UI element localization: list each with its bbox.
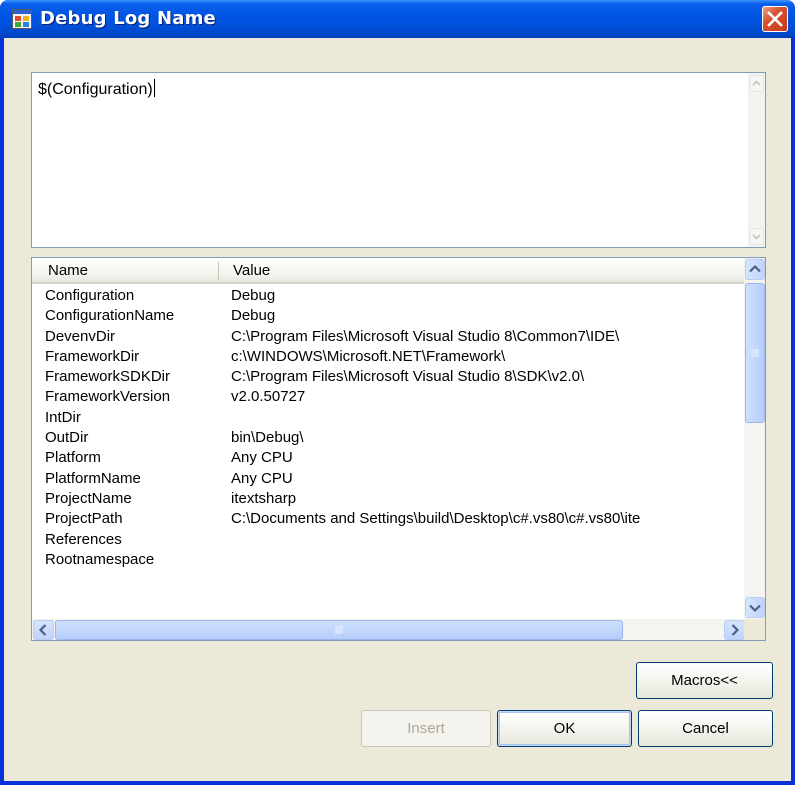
macro-name: Platform — [45, 449, 101, 467]
window-title: Debug Log Name — [40, 8, 216, 29]
macro-name: Configuration — [45, 287, 135, 304]
table-row[interactable]: ConfigurationName Debug — [32, 307, 746, 327]
macro-name: Rootnamespace — [45, 550, 155, 568]
table-row[interactable]: ProjectPath C:\Documents and Settings\bui… — [32, 510, 746, 530]
grip-icon — [335, 626, 343, 634]
table-row[interactable]: IntDir — [32, 409, 746, 429]
macro-value: bin\Debug\ — [231, 429, 304, 447]
vertical-scroll-thumb[interactable] — [745, 283, 765, 423]
column-header-name[interactable]: Name — [48, 262, 88, 279]
title-bar[interactable]: Debug Log Name — [0, 0, 795, 38]
chevron-up-icon — [752, 80, 761, 86]
table-row[interactable]: PlatformName Any CPU — [32, 470, 746, 490]
macro-name: References — [45, 530, 122, 548]
table-row[interactable]: Rootnamespace — [32, 551, 746, 571]
cancel-button[interactable]: Cancel — [638, 710, 773, 747]
ok-button[interactable]: OK — [497, 710, 632, 747]
table-row[interactable]: FrameworkDir c:\WINDOWS\Microsoft.NET\Fra… — [32, 348, 746, 368]
macro-name: DevenvDir — [45, 327, 116, 345]
scrollbar-corner — [744, 619, 765, 640]
macro-name: FrameworkSDKDir — [45, 368, 171, 386]
log-name-value: $(Configuration) — [38, 81, 153, 98]
grip-icon — [751, 349, 759, 357]
dialog-client-area: $(Configuration) Name Value Configuratio… — [4, 38, 791, 781]
chevron-left-icon — [38, 624, 47, 636]
chevron-right-icon — [731, 624, 740, 636]
table-row[interactable]: References — [32, 531, 746, 551]
table-row[interactable]: DevenvDir C:\Program Files\Microsoft Visu… — [32, 328, 746, 348]
text-caret — [153, 79, 155, 97]
insert-button[interactable]: Insert — [361, 710, 491, 747]
table-row[interactable]: OutDir bin\Debug\ — [32, 429, 746, 449]
close-icon — [767, 11, 783, 27]
table-row[interactable]: Platform Any CPU — [32, 449, 746, 469]
macro-name: ProjectName — [45, 489, 132, 507]
log-name-textbox[interactable]: $(Configuration) — [31, 72, 766, 248]
list-header: Name Value — [32, 258, 746, 284]
textbox-vertical-scrollbar — [748, 73, 765, 247]
macros-list[interactable]: Name Value Configuration Debug Configurat… — [31, 257, 766, 641]
dialog-window: Debug Log Name $(Configuration) Name Val… — [0, 0, 795, 785]
scroll-right-button[interactable] — [724, 620, 745, 640]
macro-name: IntDir — [45, 408, 81, 426]
close-button[interactable] — [762, 6, 788, 32]
macro-name: ConfigurationName — [45, 307, 175, 325]
macro-name: PlatformName — [45, 469, 141, 487]
scroll-left-button[interactable] — [33, 620, 54, 640]
chevron-down-icon — [752, 234, 761, 240]
table-row[interactable]: Configuration Debug — [32, 287, 746, 307]
macro-value: Any CPU — [231, 469, 293, 487]
scroll-down-button[interactable] — [745, 597, 765, 618]
macro-name: FrameworkVersion — [45, 388, 171, 406]
table-row[interactable]: FrameworkVersion v2.0.50727 — [32, 388, 746, 408]
macro-value: v2.0.50727 — [231, 388, 306, 406]
macro-value: Debug — [231, 287, 276, 304]
macro-value: itextsharp — [231, 489, 297, 507]
macro-name: OutDir — [45, 429, 89, 447]
chevron-up-icon — [749, 264, 761, 273]
macros-button[interactable]: Macros<< — [636, 662, 773, 699]
macro-name: ProjectPath — [45, 510, 123, 528]
table-row[interactable]: FrameworkSDKDir C:\Program Files\Microsof… — [32, 368, 746, 388]
macro-value: C:\Documents and Settings\build\Desktop\… — [231, 510, 641, 528]
list-horizontal-scrollbar[interactable] — [32, 619, 746, 640]
macro-name: FrameworkDir — [45, 347, 140, 365]
column-header-value[interactable]: Value — [233, 262, 270, 279]
macro-value: Any CPU — [231, 449, 293, 467]
textbox-scroll-up-button — [749, 75, 764, 92]
window-app-icon — [12, 9, 32, 29]
list-rows: Configuration Debug ConfigurationName Debu… — [32, 287, 746, 617]
macro-value: C:\Program Files\Microsoft Visual Studio… — [231, 327, 620, 345]
list-vertical-scrollbar[interactable] — [744, 258, 765, 619]
table-row[interactable]: ProjectName itextsharp — [32, 490, 746, 510]
horizontal-scroll-thumb[interactable] — [55, 620, 623, 640]
textbox-scroll-down-button — [749, 228, 764, 245]
chevron-down-icon — [749, 604, 761, 613]
scroll-up-button[interactable] — [745, 259, 765, 280]
macro-value: c:\WINDOWS\Microsoft.NET\Framework\ — [231, 347, 506, 365]
column-divider[interactable] — [218, 262, 219, 280]
macro-value: Debug — [231, 307, 276, 325]
macro-value: C:\Program Files\Microsoft Visual Studio… — [231, 368, 585, 386]
